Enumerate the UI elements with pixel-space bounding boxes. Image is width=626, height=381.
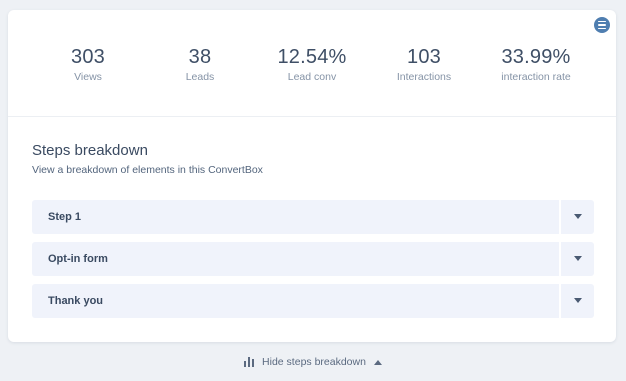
stat-interaction-rate: 33.99% interaction rate <box>501 46 570 83</box>
chevron-down-icon[interactable] <box>574 256 582 261</box>
stats-card: 303 Views 38 Leads 12.54% Lead conv 103 … <box>8 10 616 342</box>
stats-row: 303 Views 38 Leads 12.54% Lead conv 103 … <box>8 10 616 117</box>
step-row-opt-in-form[interactable]: Opt-in form <box>32 242 594 276</box>
stat-interactions: 103 Interactions <box>397 46 451 83</box>
step-row-thank-you[interactable]: Thank you <box>32 284 594 318</box>
step-label: Thank you <box>48 295 104 307</box>
hide-steps-breakdown-button[interactable]: Hide steps breakdown <box>0 352 626 372</box>
section-subtitle: View a breakdown of elements in this Con… <box>32 164 263 176</box>
section-title: Steps breakdown <box>32 142 148 159</box>
hide-steps-breakdown-label: Hide steps breakdown <box>262 356 366 368</box>
stat-label: Leads <box>185 71 215 83</box>
step-label: Step 1 <box>48 211 82 223</box>
stat-label: interaction rate <box>501 71 571 83</box>
stat-value: 103 <box>407 46 441 68</box>
chevron-up-icon <box>373 359 382 365</box>
divider <box>559 200 561 234</box>
divider <box>559 242 561 276</box>
stat-lead-conv: 12.54% Lead conv <box>277 46 346 83</box>
step-label: Opt-in form <box>48 253 108 265</box>
stat-value: 303 <box>71 46 105 68</box>
stat-views: 303 Views <box>71 46 105 83</box>
stat-leads: 38 Leads <box>186 46 215 83</box>
stat-label: Interactions <box>396 71 452 83</box>
stat-label: Views <box>74 71 102 83</box>
divider <box>559 284 561 318</box>
step-row-step-1[interactable]: Step 1 <box>32 200 594 234</box>
stat-value: 38 <box>188 46 212 68</box>
chevron-down-icon[interactable] <box>574 298 582 303</box>
chevron-down-icon[interactable] <box>574 214 582 219</box>
stat-label: Lead conv <box>287 71 337 83</box>
stat-value: 33.99% <box>501 46 571 68</box>
stat-value: 12.54% <box>277 46 347 68</box>
bar-chart-icon <box>244 357 255 367</box>
